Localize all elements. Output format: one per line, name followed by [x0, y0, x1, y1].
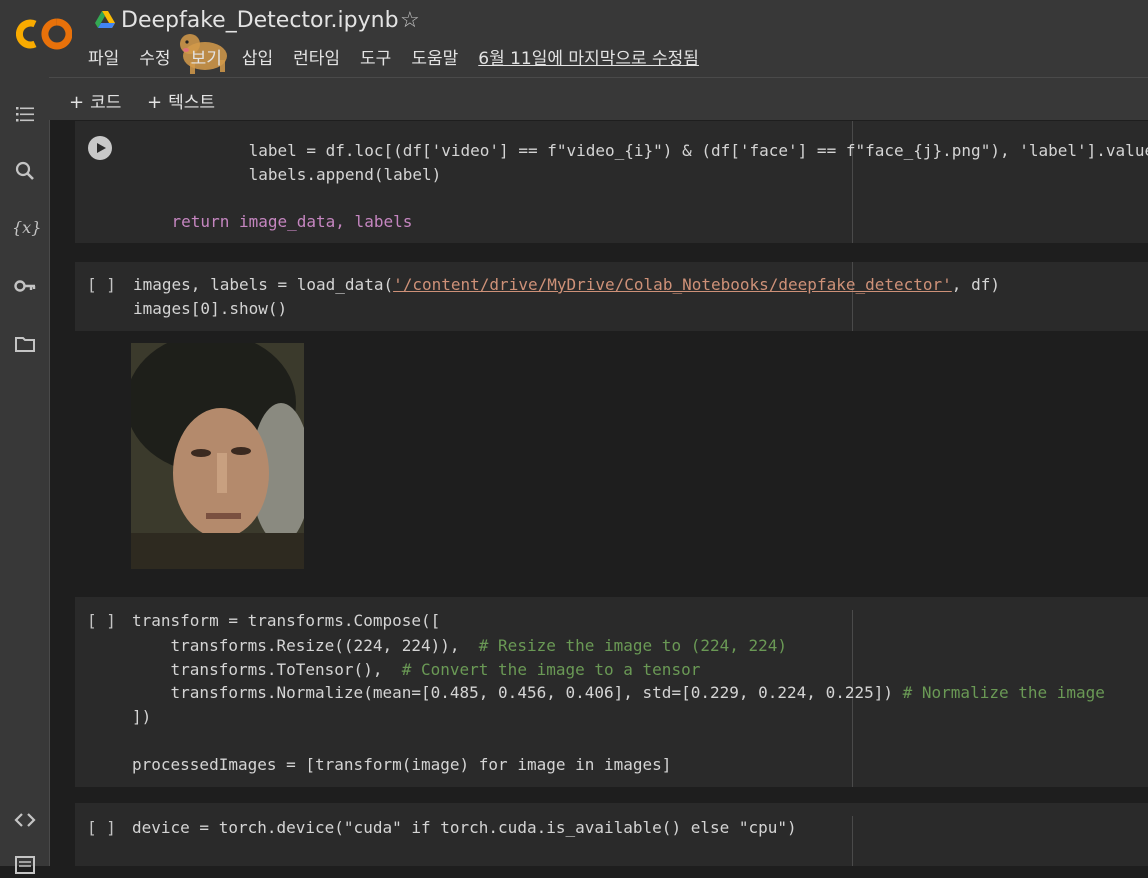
code-line: labels.append(label) — [133, 165, 442, 184]
add-text-label: 텍스트 — [168, 93, 216, 113]
code-comment: # Convert the image to a tensor — [382, 660, 701, 679]
code-text: images, labels = load_data( — [133, 275, 394, 294]
code-line: images, labels = load_data('/content/dri… — [133, 275, 1000, 294]
plus-icon: + — [147, 92, 163, 113]
menu-help[interactable]: 도움말 — [411, 44, 458, 69]
left-sidebar: {x} — [0, 77, 50, 874]
code-comment: # Resize the image to (224, 224) — [459, 636, 788, 655]
code-cell-2[interactable] — [75, 262, 1148, 331]
run-cell-button[interactable] — [87, 135, 113, 161]
code-line: processedImages = [transform(image) for … — [132, 755, 672, 774]
path-link[interactable]: '/content/drive/MyDrive/Colab_Notebooks/… — [393, 275, 952, 294]
star-icon[interactable]: ☆ — [400, 7, 420, 33]
code-return-line: return image_data, labels — [133, 212, 413, 231]
cell-run-bracket[interactable]: [ ] — [87, 611, 116, 630]
terminal-icon[interactable] — [12, 852, 38, 878]
add-text-button[interactable]: + 텍스트 — [147, 88, 215, 113]
code-line: transform = transforms.Compose([ — [132, 611, 441, 630]
add-code-label: 코드 — [90, 93, 122, 113]
google-drive-icon[interactable] — [95, 11, 115, 29]
menu-tools[interactable]: 도구 — [360, 44, 391, 69]
code-line: device = torch.device("cuda" if torch.cu… — [132, 818, 797, 837]
toc-icon[interactable] — [12, 101, 38, 127]
code-line: images[0].show() — [133, 299, 288, 318]
menu-insert[interactable]: 삽입 — [242, 44, 273, 69]
code-line: transforms.Resize((224, 224)), # Resize … — [132, 636, 788, 655]
menu-bar: 파일 수정 보기 삽입 런타임 도구 도움말 6월 11일에 마지막으로 수정됨 — [88, 44, 719, 69]
cell-run-bracket[interactable]: [ ] — [87, 275, 116, 294]
line-length-ruler — [852, 121, 853, 243]
add-code-button[interactable]: + 코드 — [69, 88, 121, 113]
variables-icon[interactable]: {x} — [12, 215, 41, 241]
cell-run-bracket[interactable]: [ ] — [87, 818, 116, 837]
colab-logo-icon[interactable] — [16, 16, 72, 52]
code-text: transforms.Normalize(mean=[0.485, 0.456,… — [132, 683, 893, 702]
code-line: transforms.Normalize(mean=[0.485, 0.456,… — [132, 683, 1105, 702]
code-line: label = df.loc[(df['video'] == f"video_{… — [133, 141, 1148, 160]
code-comment: # Normalize the image — [893, 683, 1105, 702]
menu-file[interactable]: 파일 — [88, 44, 119, 69]
line-length-ruler — [852, 262, 853, 331]
output-face-image — [131, 343, 304, 569]
code-snippets-icon[interactable] — [12, 807, 38, 833]
code-line: transforms.ToTensor(), # Convert the ima… — [132, 660, 701, 679]
search-icon[interactable] — [12, 158, 38, 184]
last-edited-link[interactable]: 6월 11일에 마지막으로 수정됨 — [478, 44, 699, 69]
line-length-ruler — [852, 816, 853, 866]
menu-runtime[interactable]: 런타임 — [293, 44, 340, 69]
plus-icon: + — [69, 92, 85, 113]
secrets-key-icon[interactable] — [12, 273, 38, 299]
code-text: transforms.Resize((224, 224)), — [132, 636, 460, 655]
files-folder-icon[interactable] — [12, 331, 38, 357]
menu-edit[interactable]: 수정 — [139, 44, 170, 69]
app-header: Deepfake_Detector.ipynb ☆ 파일 수정 보기 삽입 런타… — [0, 0, 1148, 78]
code-text: transforms.ToTensor(), — [132, 660, 383, 679]
notebook-toolbar: + 코드 + 텍스트 — [49, 78, 1148, 120]
code-line: return image_data, labels — [133, 212, 413, 231]
menu-view[interactable]: 보기 — [191, 44, 222, 69]
code-text: , df) — [951, 275, 1000, 294]
code-line: ]) — [132, 707, 152, 726]
